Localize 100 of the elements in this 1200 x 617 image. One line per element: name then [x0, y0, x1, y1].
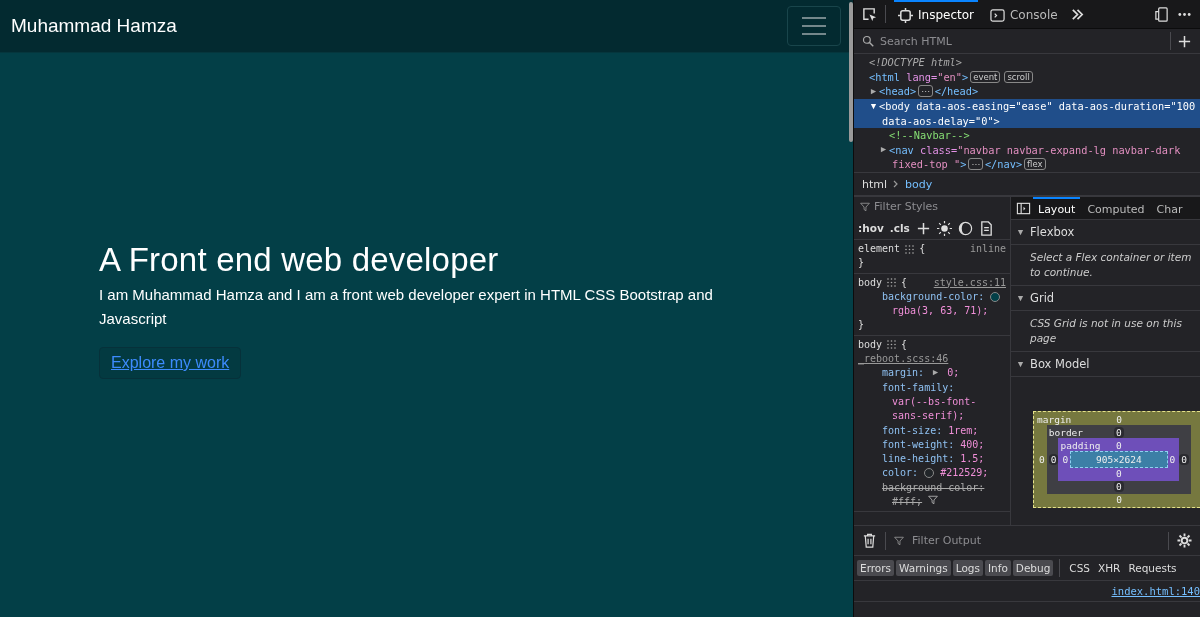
css-value[interactable]: 1rem;	[948, 423, 979, 438]
color-swatch[interactable]	[990, 291, 1001, 302]
pick-element-icon[interactable]	[862, 6, 877, 22]
log-level-toggle[interactable]: Warnings	[896, 560, 951, 576]
box-value: 0	[1115, 468, 1123, 479]
log-level-toggle[interactable]: Debug	[1012, 560, 1054, 576]
section-header[interactable]: Box Model	[1011, 352, 1200, 377]
source-link[interactable]: style.css:11	[933, 275, 1006, 290]
css-property[interactable]: font-size:	[882, 424, 943, 436]
search-field[interactable]: Search HTML	[880, 34, 1164, 48]
section-header[interactable]: Grid	[1011, 286, 1200, 311]
section-message: Select a Flex container or item to continue.	[1030, 251, 1192, 278]
markup-line[interactable]: <html lang="en"> event scroll	[854, 69, 1200, 85]
moon-icon[interactable]	[957, 220, 973, 236]
css-property[interactable]: font-weight:	[882, 438, 955, 450]
frame-icon	[898, 7, 913, 23]
expand-arrow-icon[interactable]	[870, 88, 877, 95]
scrollbar[interactable]	[849, 2, 853, 142]
box-label: border	[1048, 427, 1085, 438]
log-level-toggle[interactable]: Info	[984, 560, 1011, 576]
sidebar-tab[interactable]: Layout	[1033, 197, 1081, 219]
markup-badge[interactable]: event	[970, 70, 1001, 83]
markup-text: <!--Navbar-->	[889, 129, 970, 142]
markup-badge[interactable]: ⋯	[918, 85, 933, 98]
markup-line[interactable]: fixed-top "> ⋯ </nav> flex	[854, 157, 1200, 172]
sidebar-toggle-icon[interactable]	[1016, 200, 1031, 216]
terminal-icon	[990, 7, 1005, 23]
close-brace: }	[858, 257, 865, 269]
markup-line[interactable]: <!--Navbar-->	[854, 127, 1200, 143]
sun-icon[interactable]	[936, 220, 952, 236]
section-header[interactable]: Flexbox	[1011, 220, 1200, 245]
markup-line[interactable]: <!DOCTYPE html>	[854, 55, 1200, 70]
overflow-chevrons-icon[interactable]	[1069, 6, 1085, 22]
menu-button[interactable]	[787, 6, 841, 46]
section-message: CSS Grid is not in use on this page	[1030, 317, 1182, 344]
css-value[interactable]: var(--bs-font-sans-serif);	[892, 394, 1006, 424]
css-value[interactable]: rgba(3, 63, 71);	[892, 304, 989, 319]
filter-icon	[894, 535, 904, 546]
collapse-arrow-icon[interactable]	[870, 102, 877, 110]
css-value[interactable]: #212529;	[940, 466, 989, 481]
settings-icon[interactable]	[1177, 533, 1192, 548]
filter-output-field[interactable]: Filter Output	[912, 534, 1160, 547]
markup-line[interactable]: <nav class="navbar navbar-expand-lg navbar-dark	[854, 142, 1200, 158]
css-value[interactable]: #fff;	[892, 495, 923, 510]
sidebar-tab[interactable]: Char	[1151, 197, 1188, 219]
request-type-toggle[interactable]: Requests	[1125, 560, 1180, 576]
markup-line[interactable]: <head> ⋯ </head>	[854, 84, 1200, 99]
box-value: 0	[1048, 454, 1059, 465]
log-level-toggle[interactable]: Errors	[857, 560, 895, 576]
markup-badge[interactable]: ⋯	[968, 158, 983, 171]
css-property[interactable]: background-color:	[882, 290, 985, 302]
grid-icon[interactable]	[905, 244, 915, 254]
markup-badge[interactable]: scroll	[1004, 70, 1033, 83]
document-icon[interactable]	[978, 220, 994, 236]
breadcrumb-item[interactable]: html	[862, 177, 888, 191]
markup-badge[interactable]: flex	[1024, 158, 1046, 171]
color-swatch[interactable]	[924, 468, 935, 479]
css-property[interactable]: background-color:	[882, 481, 985, 493]
request-type-toggle[interactable]: XHR	[1095, 560, 1124, 576]
expand-arrow-icon[interactable]	[932, 369, 940, 377]
css-value[interactable]: 0;	[947, 366, 960, 381]
box-label: margin	[1037, 414, 1073, 425]
css-selector: body	[858, 337, 883, 352]
css-property[interactable]: font-family:	[882, 381, 955, 393]
style-toggle-button[interactable]: :hov	[858, 220, 884, 236]
grid-icon[interactable]	[887, 278, 897, 288]
css-property[interactable]: margin:	[882, 367, 925, 379]
add-rule-icon[interactable]	[915, 220, 931, 236]
grid-icon[interactable]	[887, 340, 897, 350]
collapse-arrow-icon[interactable]	[1017, 294, 1024, 302]
css-value[interactable]: 1.5;	[960, 452, 985, 467]
markup-text: </head>	[934, 85, 979, 98]
explore-link[interactable]: Explore my work	[99, 347, 242, 379]
trash-icon[interactable]	[862, 533, 877, 548]
devtools-tab[interactable]: Console	[986, 0, 1062, 28]
css-value[interactable]: 400;	[960, 437, 985, 453]
expand-arrow-icon[interactable]	[880, 146, 887, 154]
collapse-arrow-icon[interactable]	[1017, 360, 1024, 368]
css-property[interactable]: color:	[882, 467, 919, 479]
breadcrumb-item[interactable]: body	[905, 177, 933, 191]
box-value: 0	[1038, 454, 1046, 465]
section-title: Box Model	[1030, 357, 1090, 371]
devtools-tab[interactable]: Inspector	[894, 0, 978, 28]
sidebar-tab[interactable]: Computed	[1082, 197, 1150, 219]
style-toggle-button[interactable]: .cls	[889, 220, 910, 236]
log-level-toggle[interactable]: Logs	[952, 560, 983, 576]
section-title: Flexbox	[1030, 225, 1075, 239]
collapse-arrow-icon[interactable]	[1017, 228, 1024, 236]
filter-icon[interactable]	[928, 495, 939, 506]
responsive-design-icon[interactable]	[1154, 6, 1169, 22]
filter-styles-field[interactable]: Filter Styles	[874, 199, 1004, 215]
close-brace: }	[858, 319, 865, 331]
add-node-icon[interactable]	[1177, 33, 1192, 49]
search-icon	[862, 35, 874, 47]
source-label: inline	[969, 242, 1006, 256]
log-source-link[interactable]: index.html:140	[1111, 585, 1200, 597]
brand-link[interactable]: Muhammad Hamza	[11, 15, 177, 37]
request-type-toggle[interactable]: CSS	[1066, 560, 1094, 576]
css-property[interactable]: line-height:	[882, 453, 955, 465]
source-link[interactable]: _reboot.scss:46	[858, 352, 949, 367]
